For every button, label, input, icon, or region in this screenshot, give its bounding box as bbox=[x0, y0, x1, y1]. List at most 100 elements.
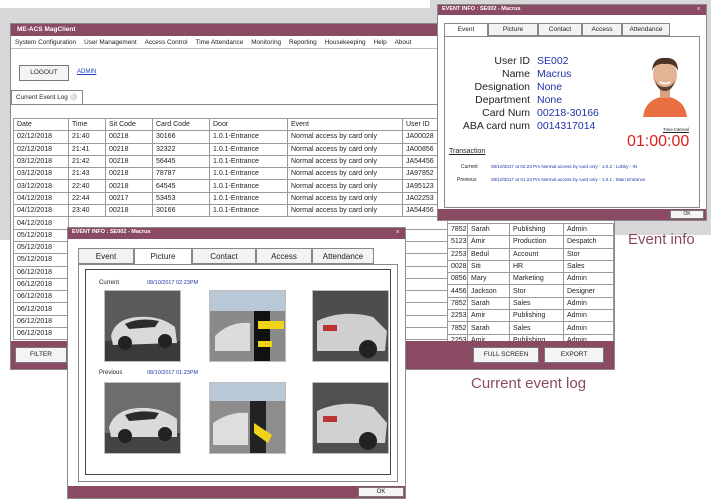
table-cell: Siti bbox=[467, 259, 510, 274]
table-row[interactable]: 02/12/2018 21:41 00218 32322 1.0.1-Entrance N… bbox=[13, 142, 448, 156]
field-value-name: Macrus bbox=[537, 68, 572, 80]
table-cell: Account bbox=[509, 247, 564, 261]
export-button[interactable]: EXPORT bbox=[544, 347, 604, 363]
table-cell: 04/12/2018 bbox=[13, 216, 69, 230]
table-row[interactable]: 0856 Mary Marketing Admin bbox=[447, 272, 614, 286]
transaction-heading: Transaction bbox=[449, 148, 486, 155]
tab-access[interactable]: Access bbox=[256, 248, 312, 264]
table-cell: Sales bbox=[563, 259, 614, 274]
tab-current-event-log[interactable]: Current Event Log ⚪ bbox=[11, 90, 83, 104]
table-cell: 7852 bbox=[447, 296, 468, 311]
menu-item-user-management[interactable]: User Management bbox=[84, 39, 137, 46]
table-cell: Sales bbox=[509, 321, 564, 335]
table-row[interactable]: 0028 Siti HR Sales bbox=[447, 259, 614, 274]
table-cell: Sarah bbox=[467, 321, 510, 335]
table-cell: 00218 bbox=[105, 167, 153, 181]
tab-picture[interactable]: Picture bbox=[488, 23, 538, 36]
table-cell: 7852 bbox=[447, 222, 468, 237]
table-cell: Sales bbox=[509, 296, 564, 311]
table-row[interactable]: 7852 Sarah Sales Admin bbox=[447, 296, 614, 311]
current-photo-1[interactable] bbox=[104, 290, 181, 362]
tab-event[interactable]: Event bbox=[444, 23, 488, 37]
tab-close-icon[interactable]: ⚪ bbox=[70, 94, 78, 101]
table-row[interactable]: 02/12/2018 21:40 00218 30166 1.0.1-Entrance N… bbox=[13, 130, 448, 144]
avatar-illustration bbox=[643, 57, 687, 117]
column-header-door[interactable]: Door bbox=[209, 117, 288, 132]
tab-attendance[interactable]: Attendance bbox=[622, 23, 670, 36]
transaction-previous-label: Previous bbox=[457, 177, 477, 183]
column-header-date[interactable]: Date bbox=[13, 117, 69, 132]
table-cell: 21:42 bbox=[68, 154, 106, 169]
table-row[interactable]: 03/12/2018 22:40 00218 64545 1.0.1-Entrance N… bbox=[13, 179, 448, 193]
tab-label: Current Event Log bbox=[16, 94, 68, 101]
full-screen-button[interactable]: FULL SCREEN bbox=[473, 347, 539, 363]
table-cell: Designer bbox=[563, 284, 614, 298]
table-row[interactable]: 03/12/2018 21:42 00218 56445 1.0.1-Entrance N… bbox=[13, 154, 448, 169]
table-row[interactable]: 7852 Sarah Sales Admin bbox=[447, 321, 614, 335]
field-value-card-num: 00218-30166 bbox=[537, 107, 599, 119]
table-cell: 56445 bbox=[152, 154, 210, 169]
tab-picture[interactable]: Picture bbox=[134, 248, 192, 265]
logout-button[interactable]: LOGOUT bbox=[19, 65, 69, 81]
close-icon[interactable]: x bbox=[697, 6, 700, 12]
column-header-sit-code[interactable]: Sit Code bbox=[105, 117, 153, 132]
table-row[interactable]: 03/12/2018 21:43 00218 78787 1.0.1-Entrance N… bbox=[13, 167, 448, 181]
user-photo-avatar bbox=[637, 49, 693, 117]
table-cell: Amir bbox=[467, 309, 510, 323]
close-icon[interactable]: x bbox=[396, 229, 399, 235]
column-header-card-code[interactable]: Card Code bbox=[152, 117, 210, 132]
event-info-ok-button[interactable]: OK bbox=[670, 210, 704, 219]
car-rear-image bbox=[313, 291, 388, 361]
table-row[interactable]: 04/12/2018 23:40 00218 30166 1.0.1-Entrance N… bbox=[13, 204, 448, 218]
table-cell: 21:40 bbox=[68, 130, 106, 144]
table-cell: Normal access by card only bbox=[287, 179, 403, 193]
table-cell: Bedul bbox=[467, 247, 510, 261]
column-header-time[interactable]: Time bbox=[68, 117, 106, 132]
menu-item-about[interactable]: About bbox=[395, 39, 412, 46]
tab-access[interactable]: Access bbox=[582, 23, 622, 36]
table-cell: Jackson bbox=[467, 284, 510, 298]
table-cell: Publishing bbox=[509, 222, 564, 237]
gate-image bbox=[210, 291, 285, 361]
table-row[interactable]: 2253 Bedul Account Stor bbox=[447, 247, 614, 261]
event-info-title: EVENT INFO : SE002 - Macrus bbox=[442, 6, 521, 12]
transaction-current-label: Current bbox=[461, 164, 478, 170]
menu-item-monitoring[interactable]: Monitoring bbox=[251, 39, 281, 46]
table-cell: Sarah bbox=[467, 222, 510, 237]
table-cell: Normal access by card only bbox=[287, 130, 403, 144]
table-row[interactable]: 4456 Jackson Stor Designer bbox=[447, 284, 614, 298]
current-label: Current bbox=[99, 280, 120, 286]
previous-photo-1[interactable] bbox=[104, 382, 181, 454]
current-photo-2[interactable] bbox=[209, 290, 286, 362]
car-rear-image bbox=[313, 383, 388, 453]
menu-item-access-control[interactable]: Access Control bbox=[145, 39, 188, 46]
field-value-aba-card-num: 0014317014 bbox=[537, 120, 596, 132]
picture-ok-button[interactable]: OK bbox=[358, 487, 404, 497]
filter-button[interactable]: FILTER bbox=[15, 347, 67, 363]
admin-link[interactable]: ADMIN bbox=[77, 69, 96, 75]
current-event-log-caption: Current event log bbox=[471, 375, 587, 392]
table-cell: 00218 bbox=[105, 142, 153, 156]
tab-attendance[interactable]: Attendance bbox=[312, 248, 374, 264]
table-cell: 64545 bbox=[152, 179, 210, 193]
menu-item-system-configuration[interactable]: System Configuration bbox=[15, 39, 76, 46]
tab-contact[interactable]: Contact bbox=[192, 248, 256, 264]
table-cell: 05/12/2018 bbox=[13, 240, 69, 255]
table-row[interactable]: 7852 Sarah Publishing Admin bbox=[447, 222, 614, 237]
tab-event[interactable]: Event bbox=[78, 248, 134, 264]
previous-photo-3[interactable] bbox=[312, 382, 389, 454]
menu-item-help[interactable]: Help bbox=[374, 39, 387, 46]
table-cell: 22:44 bbox=[68, 191, 106, 206]
previous-photo-2[interactable] bbox=[209, 382, 286, 454]
picture-window: EVENT INFO : SE002 - Macrus x Event Pict… bbox=[67, 227, 406, 499]
column-header-event[interactable]: Event bbox=[287, 117, 403, 132]
current-photo-3[interactable] bbox=[312, 290, 389, 362]
menu-item-housekeeping[interactable]: Housekeeping bbox=[325, 39, 366, 46]
menu-item-reporting[interactable]: Reporting bbox=[289, 39, 317, 46]
menu-item-time-attendance[interactable]: Time Attendance bbox=[196, 39, 244, 46]
table-row[interactable]: 5123 Amir Production Despatch bbox=[447, 235, 614, 249]
table-row[interactable]: 2253AmirPublishingAdmin bbox=[447, 309, 614, 323]
table-row[interactable]: 04/12/2018 22:44 00217 53453 1.0.1-Entrance N… bbox=[13, 191, 448, 206]
tab-contact[interactable]: Contact bbox=[538, 23, 582, 36]
transaction-previous-text: 08/10/2017 at 01:23 Pm Normal access by … bbox=[491, 177, 646, 182]
